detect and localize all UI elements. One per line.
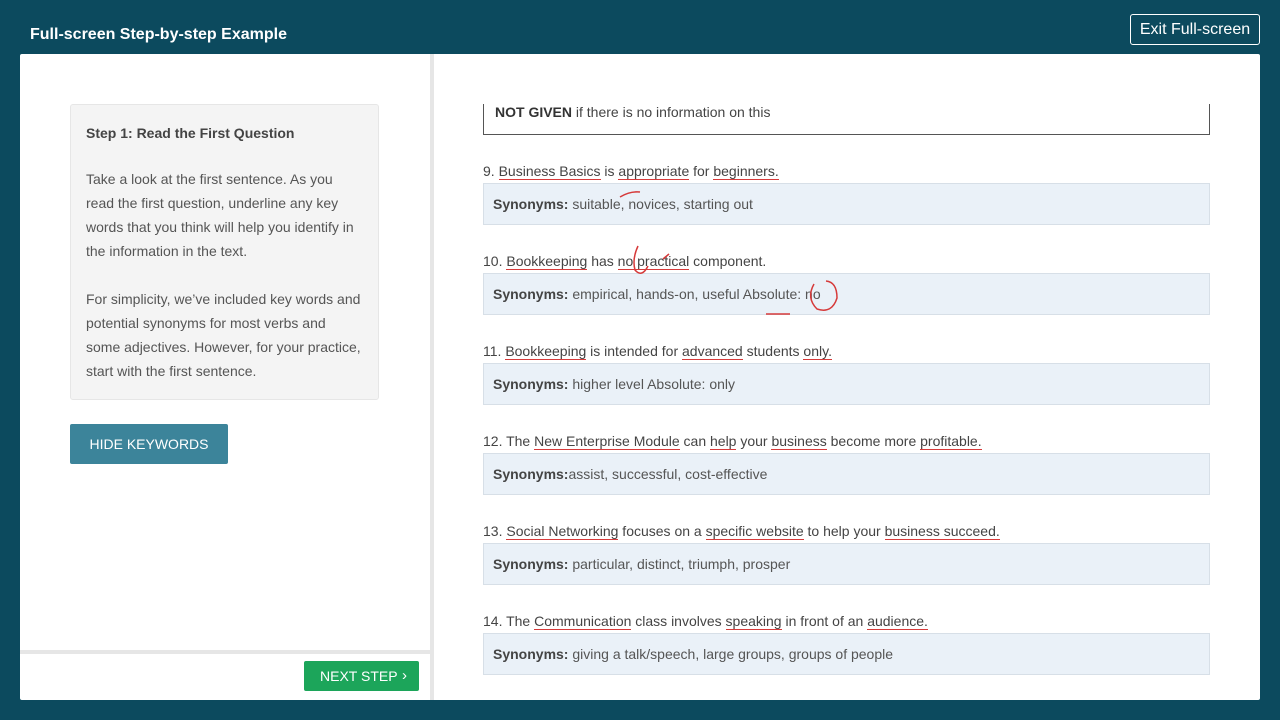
hide-keywords-button[interactable]: HIDE KEYWORDS [70,424,228,464]
keyword-underlined: help [710,433,737,450]
synonyms-label: Synonyms: [493,376,569,392]
keyword-underlined: Bookkeeping [506,253,588,270]
question-fragment: 11. [483,343,506,359]
keyword-underlined: Social Networking [506,523,619,540]
keyword-underlined: Communication [534,613,632,630]
question-text: 12. The New Enterprise Module can help y… [483,431,1210,453]
question-text: 13. Social Networking focuses on a speci… [483,521,1210,543]
step-instructions-box: Step 1: Read the First Question Take a l… [70,104,379,400]
question-fragment: is intended for [586,343,682,359]
keyword-underlined: profitable. [920,433,982,450]
question-fragment: for [689,163,714,179]
keyword-underlined: specific website [705,523,804,540]
keyword-underlined: no practical [617,253,690,270]
question-item: 9. Business Basics is appropriate for be… [483,161,1210,225]
step-paragraph-1: Take a look at the first sentence. As yo… [86,171,354,259]
question-text: 14. The Communication class involves spe… [483,611,1210,633]
question-text: 9. Business Basics is appropriate for be… [483,161,1210,183]
question-fragment: 12. The [483,433,535,449]
synonyms-text: particular, distinct, triumph, prosper [568,556,791,572]
next-step-label: NEXT STEP [320,668,398,684]
synonyms-box: Synonyms: empirical, hands-on, useful Ab… [483,273,1210,315]
instructions-pane: Step 1: Read the First Question Take a l… [20,54,430,700]
question-fragment: can [679,433,710,449]
keyword-underlined: business [771,433,827,450]
keyword-underlined: appropriate [618,163,690,180]
content-card: Step 1: Read the First Question Take a l… [20,54,1260,700]
question-item: 10. Bookkeeping has no practical compone… [483,251,1210,315]
keyword-underlined: New Enterprise Module [534,433,680,450]
question-item: 12. The New Enterprise Module can help y… [483,431,1210,495]
keyword-underlined: only. [803,343,832,360]
keyword-underlined: Business Basics [498,163,601,180]
not-given-text: if there is no information on this [572,104,771,120]
app-title: Full-screen Step-by-step Example [30,26,287,43]
question-fragment: class involves [631,613,726,629]
keyword-underlined: beginners. [713,163,779,180]
keyword-underlined: Bookkeeping [505,343,587,360]
question-fragment: to help your [803,523,885,539]
synonyms-label: Synonyms: [493,556,569,572]
synonyms-text: suitable, novices, starting out [568,196,753,212]
keyword-underlined: speaking [725,613,782,630]
next-step-button[interactable]: NEXT STEP › [304,661,419,691]
footer-divider [20,650,430,654]
step-paragraph-2: For simplicity, we’ve included key words… [86,291,361,379]
question-text: 10. Bookkeeping has no practical compone… [483,251,1210,273]
questions-pane[interactable]: NOT GIVEN if there is no information on … [434,54,1260,700]
not-given-label: NOT GIVEN [495,104,573,120]
synonyms-box: Synonyms: giving a talk/speech, large gr… [483,633,1210,675]
synonyms-text: empirical, hands-on, useful Absolute: no [568,286,821,302]
synonyms-label: Synonyms: [493,196,569,212]
synonyms-text: higher level Absolute: only [568,376,736,392]
synonyms-label: Synonyms: [493,646,569,662]
question-text: 11. Bookkeeping is intended for advanced… [483,341,1210,363]
question-fragment: 14. The [483,613,535,629]
synonyms-box: Synonyms: higher level Absolute: only [483,363,1210,405]
synonyms-text: giving a talk/speech, large groups, grou… [568,646,894,662]
question-fragment: has [587,253,618,269]
chevron-right-icon: › [402,667,407,684]
synonyms-label: Synonyms: [493,466,569,482]
question-fragment: is [600,163,619,179]
synonyms-box: Synonyms: particular, distinct, triumph,… [483,543,1210,585]
keyword-underlined: advanced [682,343,743,360]
question-fragment: in front of an [781,613,868,629]
synonyms-label: Synonyms: [493,286,569,302]
step-title: Step 1: Read the First Question [86,125,295,141]
synonyms-box: Synonyms:assist, successful, cost-effect… [483,453,1210,495]
exit-fullscreen-button[interactable]: Exit Full-screen [1130,14,1260,45]
question-item: 14. The Communication class involves spe… [483,611,1210,675]
question-fragment: component. [689,253,767,269]
question-fragment: become more [826,433,921,449]
keyword-underlined: business succeed. [884,523,1000,540]
answer-key-box: NOT GIVEN if there is no information on … [483,104,1210,135]
question-item: 13. Social Networking focuses on a speci… [483,521,1210,585]
keyword-underlined: audience. [867,613,928,630]
question-fragment: 10. [483,253,507,269]
question-fragment: 13. [483,523,507,539]
question-fragment: your [736,433,772,449]
synonyms-box: Synonyms: suitable, novices, starting ou… [483,183,1210,225]
question-item: 11. Bookkeeping is intended for advanced… [483,341,1210,405]
synonyms-text: assist, successful, cost-effective [568,466,768,482]
question-fragment: 9. [483,163,499,179]
question-fragment: students [742,343,804,359]
question-fragment: focuses on a [618,523,706,539]
